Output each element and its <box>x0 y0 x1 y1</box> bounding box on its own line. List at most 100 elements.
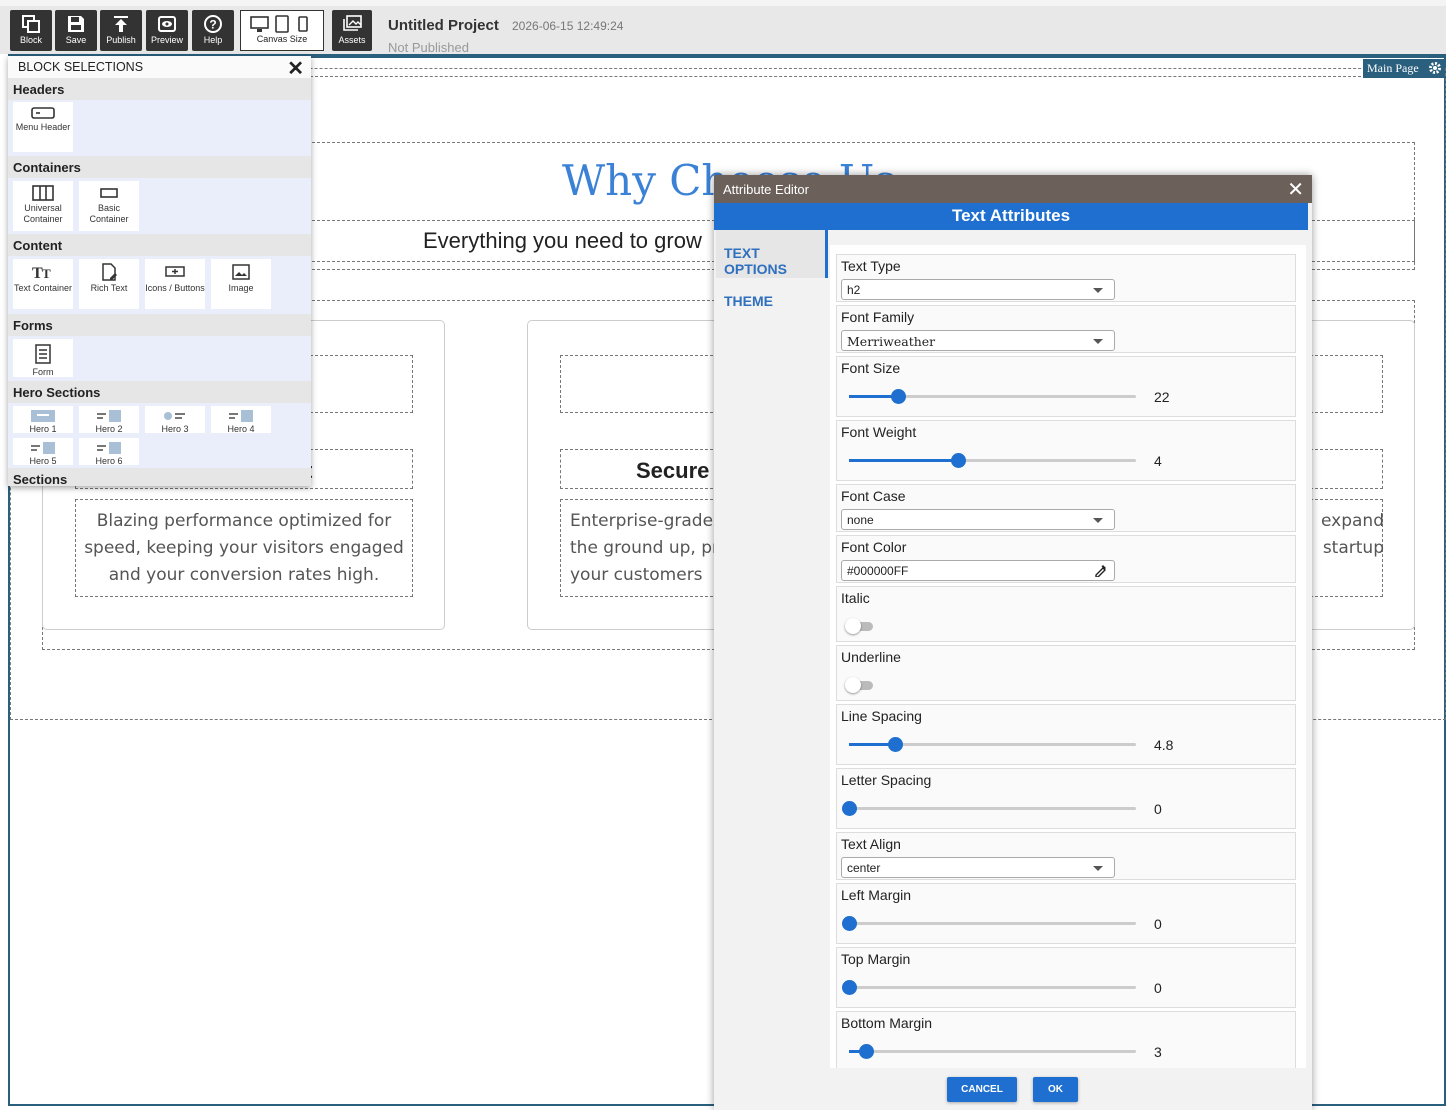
chevron-down-icon <box>1093 866 1103 871</box>
section-containers: Containers <box>8 156 311 178</box>
field-underline: Underline <box>836 645 1296 701</box>
font-weight-slider[interactable] <box>849 453 1136 468</box>
close-icon[interactable]: ✕ <box>1287 177 1304 202</box>
slider-value: 0 <box>1154 801 1162 817</box>
button-label: OK <box>1048 1084 1063 1095</box>
block-form[interactable]: Form <box>13 339 73 377</box>
close-icon[interactable]: ✕ <box>287 56 304 81</box>
field-letter-spacing: Letter Spacing 0 <box>836 768 1296 829</box>
assets-button[interactable]: Assets <box>332 10 372 51</box>
panel-title: Text Attributes <box>714 203 1308 230</box>
card-text: Enterprise-grade the ground up, pro your… <box>570 511 729 585</box>
project-title: Untitled Project <box>388 17 499 34</box>
block-hero-3[interactable]: Hero 3 <box>145 406 205 434</box>
top-guide <box>310 76 1366 77</box>
font-color-input[interactable]: #000000FF <box>841 560 1115 581</box>
device-icons <box>250 15 308 33</box>
field-text-align: Text Align center <box>836 832 1296 880</box>
hero-thumbnail-icon <box>229 410 253 422</box>
slider-thumb[interactable] <box>951 453 967 468</box>
form-icon <box>35 344 51 364</box>
eyedropper-icon[interactable] <box>1094 563 1108 577</box>
field-label: Letter Spacing <box>841 772 932 788</box>
publish-label: Publish <box>106 35 136 45</box>
hero-row: Hero 1 Hero 2 Hero 3 Hero 4 Hero 5 Hero … <box>8 403 311 468</box>
cancel-button[interactable]: CANCEL <box>947 1077 1017 1102</box>
tab-text-options[interactable]: TEXT OPTIONS <box>716 230 828 278</box>
preview-button[interactable]: Preview <box>146 10 188 51</box>
top-margin-slider[interactable] <box>842 980 1136 995</box>
slider-thumb[interactable] <box>842 916 857 931</box>
slider-value: 22 <box>1154 389 1170 405</box>
eye-icon <box>158 16 176 32</box>
publish-button[interactable]: Publish <box>100 10 142 51</box>
block-hero-2[interactable]: Hero 2 <box>79 406 139 434</box>
containers-row: Universal Container Basic Container <box>8 178 311 234</box>
block-button[interactable]: Block <box>10 10 52 51</box>
tab-theme[interactable]: THEME <box>716 278 828 326</box>
field-label: Top Margin <box>841 951 911 967</box>
item-label: Universal Container <box>23 203 63 224</box>
item-label: Image <box>228 283 254 293</box>
save-button[interactable]: Save <box>55 10 97 51</box>
page-selector[interactable]: Main Page <box>1363 59 1445 78</box>
image-icon <box>232 264 250 280</box>
help-label: Help <box>203 35 223 45</box>
text-type-select[interactable]: h2 <box>841 279 1115 300</box>
hero-thumbnail-icon <box>31 410 55 422</box>
card-text-right: expand startup <box>1321 511 1384 558</box>
field-label: Text Align <box>841 836 901 852</box>
gear-icon[interactable] <box>1428 61 1442 75</box>
field-top-margin: Top Margin 0 <box>836 947 1296 1008</box>
block-menu-header[interactable]: Menu Header <box>13 102 73 152</box>
block-rich-text[interactable]: Rich Text <box>79 259 139 309</box>
dialog-titlebar[interactable]: Attribute Editor <box>714 175 1312 203</box>
item-label: Icons / Buttons <box>145 283 205 293</box>
field-bottom-margin: Bottom Margin 3 <box>836 1011 1296 1068</box>
chevron-down-icon <box>1093 288 1103 293</box>
slider-thumb[interactable] <box>887 737 903 752</box>
underline-toggle[interactable] <box>845 677 873 693</box>
italic-toggle[interactable] <box>845 618 873 634</box>
block-hero-6[interactable]: Hero 6 <box>79 438 139 466</box>
font-case-select[interactable]: none <box>841 509 1115 530</box>
letter-spacing-slider[interactable] <box>842 801 1136 816</box>
block-image[interactable]: Image <box>211 259 271 309</box>
block-universal-container[interactable]: Universal Container <box>13 181 73 231</box>
text-align-select[interactable]: center <box>841 857 1115 878</box>
field-label: Underline <box>841 649 901 665</box>
line-spacing-slider[interactable] <box>849 737 1136 752</box>
left-margin-slider[interactable] <box>842 916 1136 931</box>
block-basic-container[interactable]: Basic Container <box>79 181 139 231</box>
slider-value: 3 <box>1154 1044 1162 1060</box>
help-button[interactable]: ? Help <box>192 10 234 51</box>
tab-label: TEXT OPTIONS <box>724 245 788 277</box>
preview-label: Preview <box>150 35 183 45</box>
slider-thumb[interactable] <box>890 389 906 404</box>
attribute-editor-dialog: Attribute Editor ✕ Text Attributes TEXT … <box>714 175 1312 1110</box>
block-hero-4[interactable]: Hero 4 <box>211 406 271 434</box>
assets-label: Assets <box>338 35 366 45</box>
field-label: Line Spacing <box>841 708 922 724</box>
hero-thumbnail-icon <box>164 412 185 420</box>
ok-button[interactable]: OK <box>1033 1077 1078 1102</box>
block-selections-title: BLOCK SELECTIONS <box>18 60 144 74</box>
canvas-size-selector[interactable]: Canvas Size <box>240 10 324 51</box>
bottom-margin-slider[interactable] <box>849 1044 1136 1059</box>
hero-thumbnail-icon <box>97 442 121 454</box>
slider-thumb[interactable] <box>859 1044 875 1059</box>
block-hero-1[interactable]: Hero 1 <box>13 406 73 434</box>
field-label: Font Case <box>841 488 906 504</box>
font-size-slider[interactable] <box>849 389 1136 404</box>
canvas-size-label: Canvas Size <box>256 34 308 44</box>
slider-thumb[interactable] <box>842 801 857 816</box>
slider-thumb[interactable] <box>842 980 857 995</box>
select-value: Merriweather <box>847 334 936 349</box>
block-hero-5[interactable]: Hero 5 <box>13 438 73 466</box>
attributes-scroll-area[interactable]: Text Type h2 Font Family Merriweather Fo… <box>830 245 1306 1068</box>
block-text-container[interactable]: TT Text Container <box>13 259 73 309</box>
block-icons-buttons[interactable]: Icons / Buttons <box>145 259 205 309</box>
font-family-select[interactable]: Merriweather <box>841 330 1115 351</box>
section-subtitle[interactable]: Everything you need to grow <box>423 228 702 254</box>
field-font-color: Font Color #000000FF <box>836 535 1296 583</box>
